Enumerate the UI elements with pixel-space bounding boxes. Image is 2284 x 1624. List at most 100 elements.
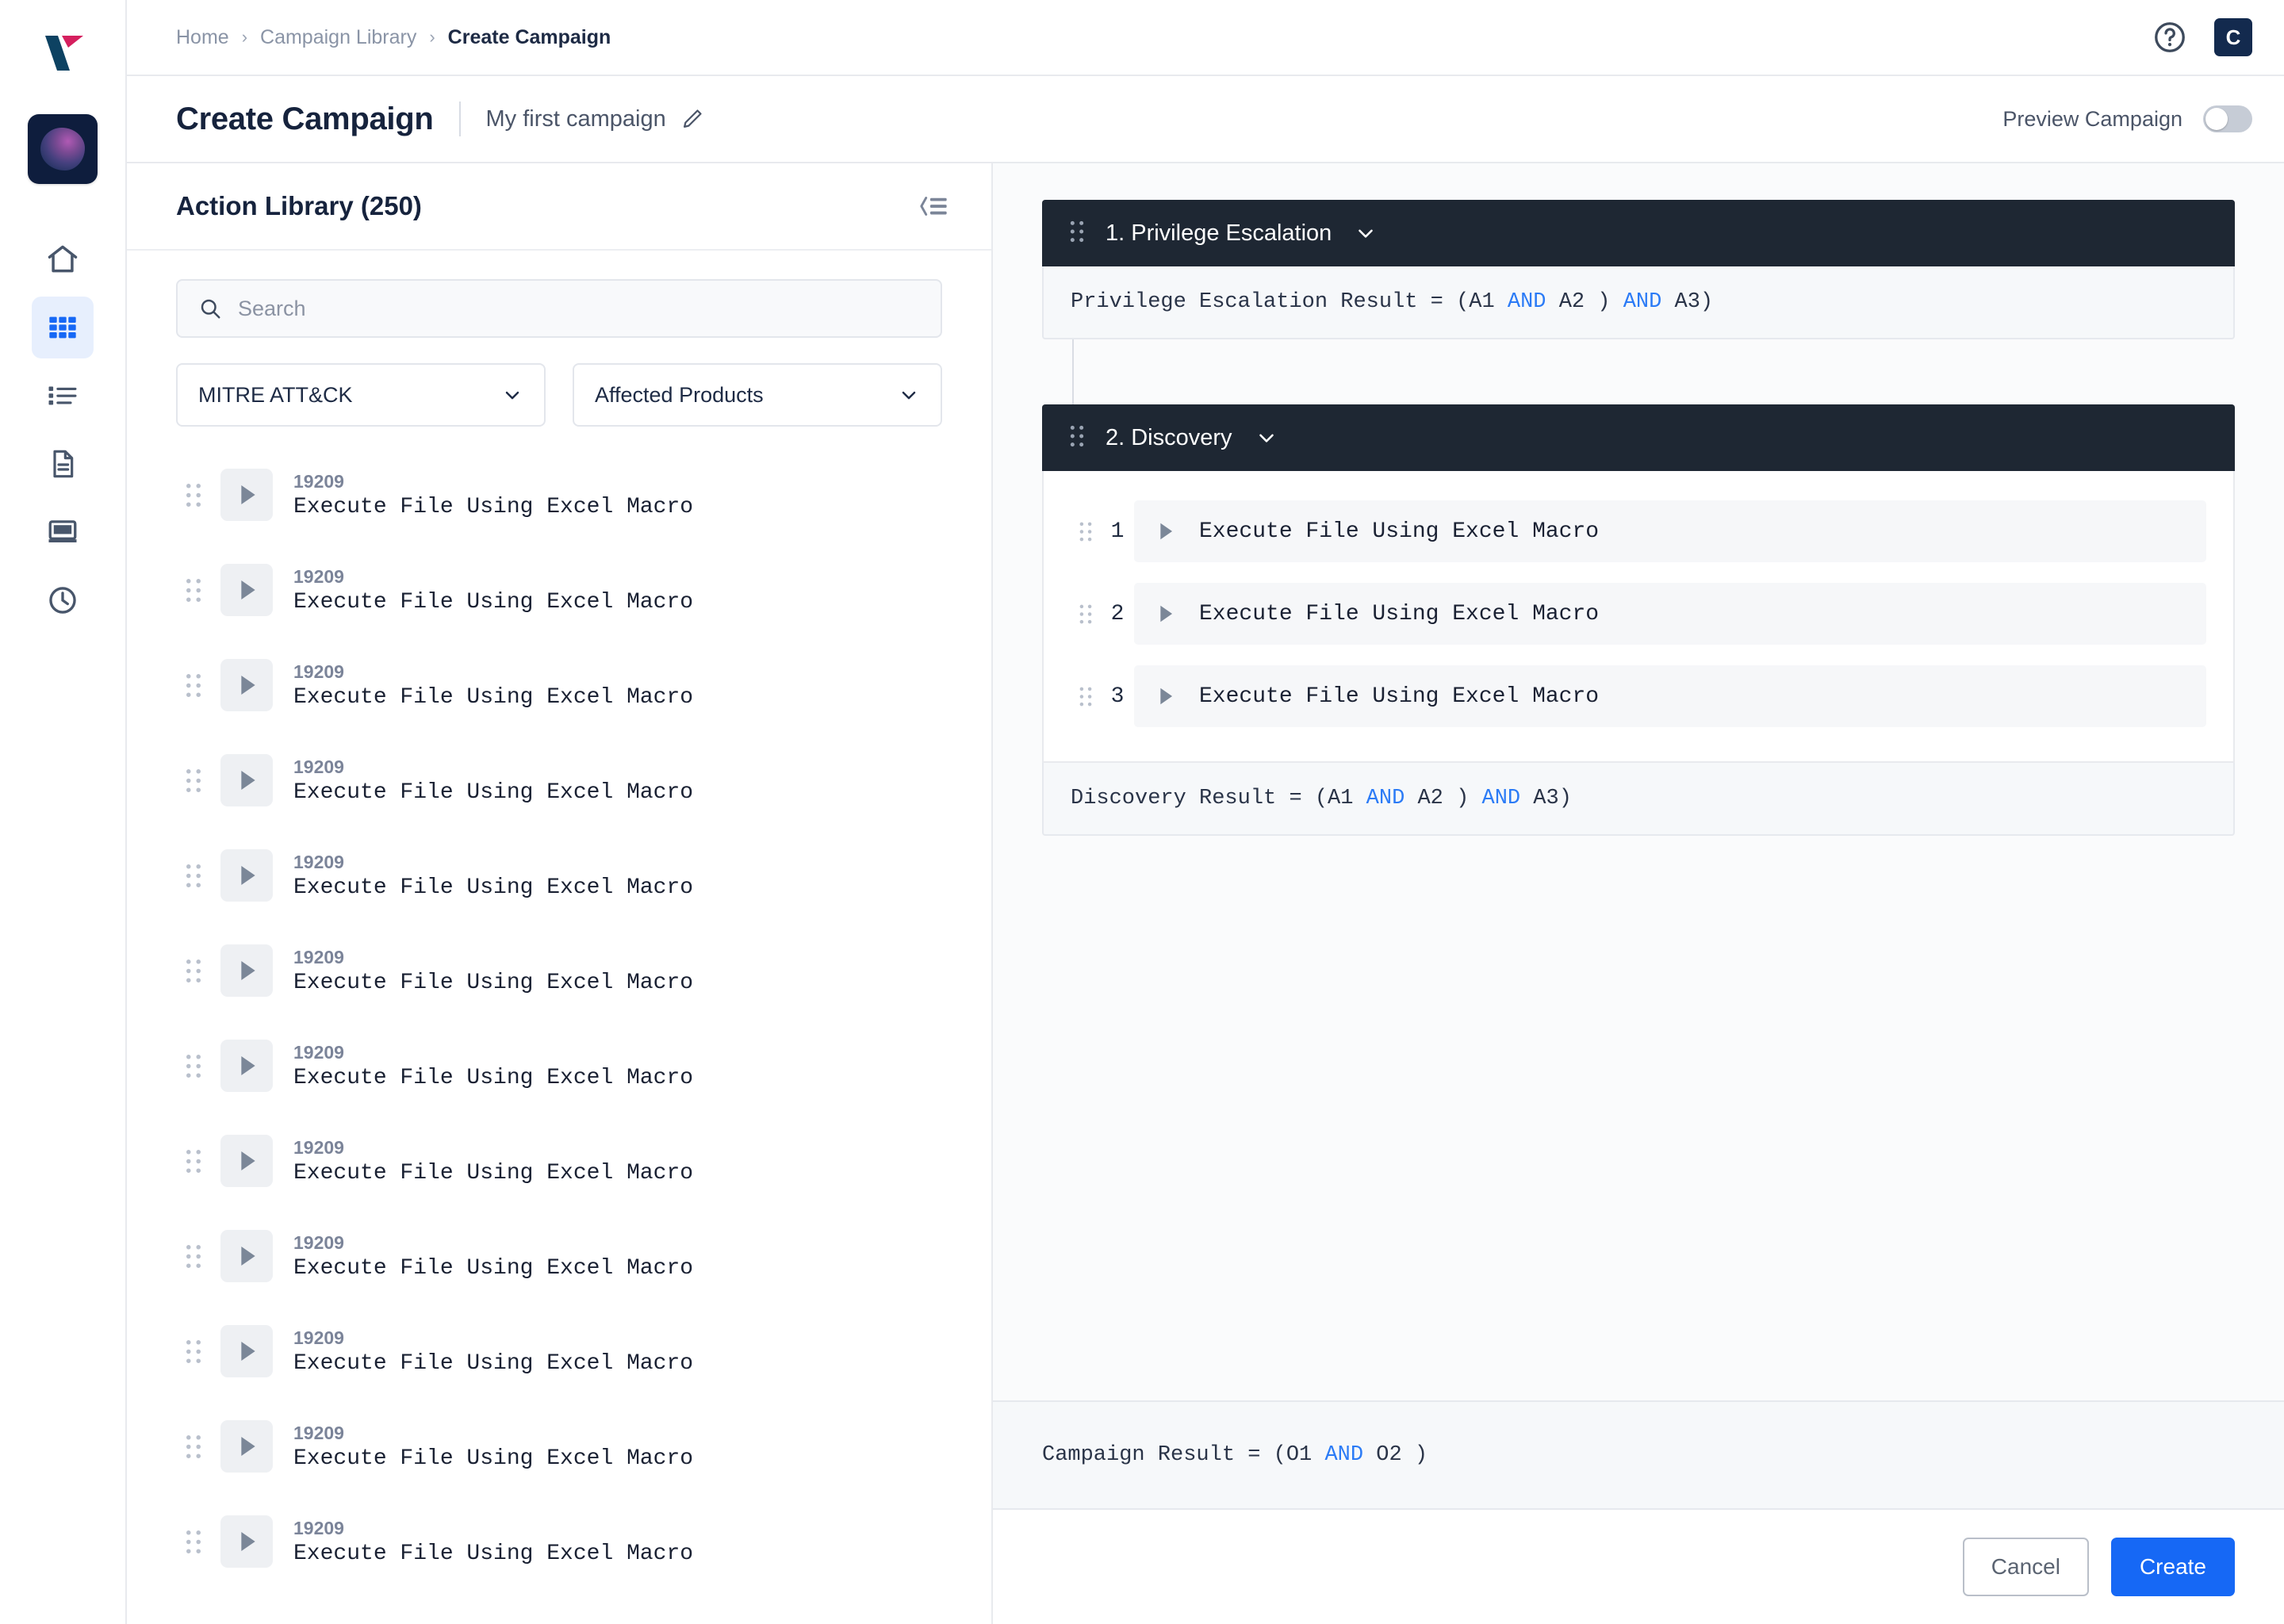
phase-steps: 1 Execute File Using Excel Macro 2 Execute … — [1042, 471, 2235, 763]
preview-campaign-toggle[interactable] — [2203, 105, 2252, 132]
run-action-button[interactable] — [220, 564, 273, 616]
run-action-button[interactable] — [220, 754, 273, 806]
cancel-button[interactable]: Cancel — [1962, 1538, 2089, 1596]
drag-handle[interactable] — [176, 1434, 211, 1460]
play-icon — [241, 676, 255, 695]
phase-drag-handle[interactable] — [1069, 424, 1085, 452]
breadcrumb-bar: Home › Campaign Library › Create Campaig… — [127, 0, 2284, 76]
action-list-item[interactable]: 19209 Execute File Using Excel Macro — [176, 828, 942, 923]
avatar[interactable]: C — [2214, 18, 2252, 56]
run-action-button[interactable] — [220, 849, 273, 902]
phase-result-prefix: Privilege Escalation Result = (A1 — [1071, 290, 1508, 314]
action-list-item[interactable]: 19209 Execute File Using Excel Macro — [176, 1208, 942, 1304]
drag-handle[interactable] — [176, 958, 211, 984]
phase-connector — [1042, 339, 2235, 404]
campaign-result-suffix: O2 ) — [1363, 1443, 1428, 1467]
pencil-icon[interactable] — [680, 107, 704, 131]
search-box[interactable] — [176, 279, 942, 338]
action-item-name: Execute File Using Excel Macro — [293, 1255, 694, 1281]
drag-handle[interactable] — [176, 768, 211, 794]
help-circle-icon[interactable] — [2152, 20, 2187, 55]
step-drag-handle[interactable] — [1071, 686, 1101, 707]
run-action-button[interactable] — [220, 1325, 273, 1377]
phase-header[interactable]: 1. Privilege Escalation — [1042, 200, 2235, 266]
action-list-item[interactable]: 19209 Execute File Using Excel Macro — [176, 638, 942, 733]
run-action-button[interactable] — [220, 1040, 273, 1092]
step-card[interactable]: Execute File Using Excel Macro — [1134, 665, 2206, 727]
action-list-item[interactable]: 19209 Execute File Using Excel Macro — [176, 1018, 942, 1113]
action-list-item[interactable]: 19209 Execute File Using Excel Macro — [176, 542, 942, 638]
run-action-button[interactable] — [220, 1230, 273, 1282]
action-list-item[interactable]: 19209 Execute File Using Excel Macro — [176, 923, 942, 1018]
drag-handle[interactable] — [176, 672, 211, 699]
collapse-panel-button[interactable] — [917, 193, 948, 220]
run-action-button[interactable] — [220, 1420, 273, 1473]
phase-header[interactable]: 2. Discovery — [1042, 404, 2235, 471]
create-button[interactable]: Create — [2110, 1538, 2235, 1596]
breadcrumb-item-home[interactable]: Home — [176, 26, 229, 49]
drag-handle[interactable] — [176, 1243, 211, 1270]
step-card[interactable]: Execute File Using Excel Macro — [1134, 500, 2206, 562]
action-list-item[interactable]: 19209 Execute File Using Excel Macro — [176, 1494, 942, 1589]
breadcrumb-actions: C — [2152, 18, 2252, 56]
workspace: Action Library (250) Search MITRE ATT&CK… — [127, 163, 2284, 1624]
run-action-button[interactable] — [220, 1135, 273, 1187]
phase-step-row[interactable]: 2 Execute File Using Excel Macro — [1044, 573, 2233, 655]
step-drag-handle[interactable] — [1071, 603, 1101, 625]
action-list-item[interactable]: 19209 Execute File Using Excel Macro — [176, 447, 942, 542]
drag-handle[interactable] — [176, 577, 211, 603]
sidebar-item-reports[interactable] — [32, 433, 94, 495]
search-input[interactable] — [238, 296, 920, 321]
phase-drag-handle[interactable] — [1069, 220, 1085, 247]
title-bar-actions: Preview Campaign — [2002, 105, 2252, 132]
workspace-tile-button[interactable] — [28, 114, 98, 184]
valence-logo — [27, 17, 98, 81]
sidebar-item-home[interactable] — [32, 228, 94, 290]
collapse-panel-icon — [920, 197, 947, 216]
chevron-down-icon — [1259, 434, 1274, 442]
sidebar-item-actions[interactable] — [32, 365, 94, 427]
action-item-id: 19209 — [293, 946, 344, 967]
campaign-canvas: 1. Privilege Escalation Privilege Escalat… — [993, 163, 2284, 1400]
orb-icon — [40, 128, 85, 170]
phase-step-row[interactable]: 1 Execute File Using Excel Macro — [1044, 490, 2233, 573]
left-nav-rail — [0, 0, 127, 1624]
app-root: Home › Campaign Library › Create Campaig… — [0, 0, 2284, 1624]
step-drag-handle[interactable] — [1071, 521, 1101, 542]
preview-campaign-label: Preview Campaign — [2002, 106, 2182, 131]
action-item-text: 19209 Execute File Using Excel Macro — [293, 661, 693, 710]
play-icon — [241, 771, 255, 790]
action-list-item[interactable]: 19209 Execute File Using Excel Macro — [176, 1113, 942, 1208]
action-list-item[interactable]: 19209 Execute File Using Excel Macro — [176, 733, 942, 828]
drag-handle[interactable] — [176, 482, 211, 508]
breadcrumb-item-campaign-library[interactable]: Campaign Library — [260, 26, 416, 49]
run-action-button[interactable] — [220, 1515, 273, 1568]
action-item-id: 19209 — [293, 851, 344, 872]
drag-handle[interactable] — [176, 1529, 211, 1555]
sidebar-item-history[interactable] — [32, 569, 94, 631]
action-item-text: 19209 Execute File Using Excel Macro — [293, 1232, 693, 1281]
play-icon — [241, 1532, 255, 1551]
drag-handle[interactable] — [176, 1053, 211, 1079]
play-icon — [241, 1437, 255, 1456]
page-title: Create Campaign — [176, 101, 434, 136]
grid-icon — [49, 316, 76, 339]
run-action-button[interactable] — [220, 659, 273, 711]
phase-result-mid: A2 ) — [1546, 290, 1623, 314]
run-action-button[interactable] — [220, 944, 273, 997]
action-list-item[interactable]: 19209 Execute File Using Excel Macro — [176, 1304, 942, 1399]
filter-affected-products[interactable]: Affected Products — [573, 363, 942, 427]
step-card[interactable]: Execute File Using Excel Macro — [1134, 583, 2206, 645]
drag-handle[interactable] — [176, 863, 211, 889]
action-item-text: 19209 Execute File Using Excel Macro — [293, 566, 693, 615]
step-number: 3 — [1110, 684, 1125, 709]
run-action-button[interactable] — [220, 469, 273, 521]
phase-step-row[interactable]: 3 Execute File Using Excel Macro — [1044, 655, 2233, 737]
sidebar-item-agents[interactable] — [32, 501, 94, 563]
drag-handle[interactable] — [176, 1148, 211, 1174]
drag-handle[interactable] — [176, 1339, 211, 1365]
filter-mitre-attack[interactable]: MITRE ATT&CK — [176, 363, 546, 427]
phase-result-keyword-1: AND — [1366, 787, 1405, 810]
sidebar-item-campaigns[interactable] — [32, 297, 94, 358]
action-list-item[interactable]: 19209 Execute File Using Excel Macro — [176, 1399, 942, 1494]
